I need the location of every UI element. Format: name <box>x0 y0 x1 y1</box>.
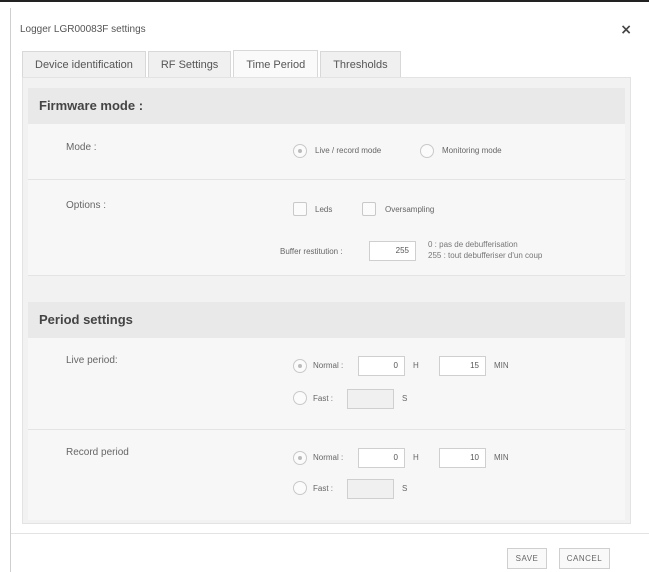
time-period-panel: Firmware mode : Mode : Live / record mod… <box>22 77 631 524</box>
monitoring-mode-radio[interactable] <box>420 144 434 158</box>
close-icon[interactable]: × <box>620 22 632 38</box>
options-row: Options : Leds Oversampling Buffer resti… <box>28 180 625 276</box>
live-hours-unit: H <box>413 361 419 370</box>
record-fast-radio[interactable] <box>293 481 307 495</box>
live-fast-input[interactable] <box>347 389 394 409</box>
footer-divider <box>11 533 649 534</box>
record-fast-label: Fast : <box>313 484 334 493</box>
live-normal-radio[interactable] <box>293 359 307 373</box>
period-settings-header: Period settings <box>28 302 625 338</box>
leds-checkbox[interactable] <box>293 202 307 216</box>
window-left-border <box>10 8 11 572</box>
monitoring-mode-label: Monitoring mode <box>442 146 502 155</box>
live-minutes-unit: MIN <box>494 361 509 370</box>
live-normal-label: Normal : <box>313 361 344 370</box>
cancel-button[interactable]: CANCEL <box>559 548 610 569</box>
buffer-hint-line-1: 0 : pas de debufferisation <box>428 240 518 249</box>
live-hours-input[interactable]: 0 <box>358 356 405 376</box>
record-fast-unit: S <box>402 484 408 493</box>
leds-label: Leds <box>315 205 333 214</box>
oversampling-label: Oversampling <box>385 205 435 214</box>
tab-device-identification[interactable]: Device identification <box>22 51 146 77</box>
live-fast-unit: S <box>402 394 408 403</box>
save-button[interactable]: SAVE <box>507 548 547 569</box>
live-fast-label: Fast : <box>313 394 334 403</box>
options-label: Options : <box>66 200 107 211</box>
mode-label: Mode : <box>66 142 97 153</box>
record-hours-input[interactable]: 0 <box>358 448 405 468</box>
record-minutes-input[interactable]: 10 <box>439 448 486 468</box>
buffer-hint-line-2: 255 : tout debufferiser d'un coup <box>428 251 543 260</box>
mode-row: Mode : Live / record mode Monitoring mod… <box>28 124 625 180</box>
record-minutes-unit: MIN <box>494 453 509 462</box>
record-fast-input[interactable] <box>347 479 394 499</box>
record-period-row: Record period Normal : 0 H 10 MIN Fast :… <box>28 430 625 520</box>
record-normal-label: Normal : <box>313 453 344 462</box>
buffer-restitution-input[interactable]: 255 <box>369 241 416 261</box>
tab-rf-settings[interactable]: RF Settings <box>147 51 232 77</box>
tab-bar: Device identification RF Settings Time P… <box>22 50 403 78</box>
buffer-restitution-label: Buffer restitution : <box>280 247 343 256</box>
live-record-mode-radio[interactable] <box>293 144 307 158</box>
record-normal-radio[interactable] <box>293 451 307 465</box>
dialog-title: Logger LGR00083F settings <box>20 24 146 35</box>
live-period-row: Live period: Normal : 0 H 15 MIN Fast : … <box>28 338 625 430</box>
tab-thresholds[interactable]: Thresholds <box>320 51 401 77</box>
record-hours-unit: H <box>413 453 419 462</box>
oversampling-checkbox[interactable] <box>362 202 376 216</box>
firmware-mode-header: Firmware mode : <box>28 88 625 124</box>
tab-time-period[interactable]: Time Period <box>233 50 319 78</box>
live-minutes-input[interactable]: 15 <box>439 356 486 376</box>
live-record-mode-label: Live / record mode <box>315 146 382 155</box>
live-period-label: Live period: <box>66 355 118 366</box>
live-fast-radio[interactable] <box>293 391 307 405</box>
record-period-label: Record period <box>66 447 129 458</box>
window-top-border <box>0 0 649 2</box>
